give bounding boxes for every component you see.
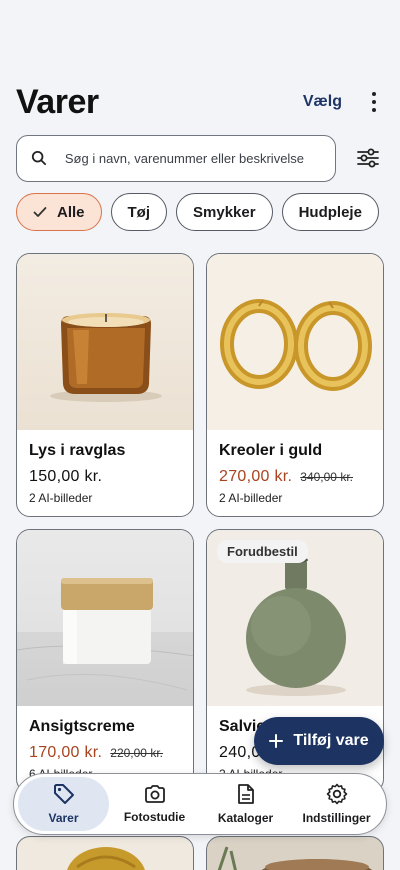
product-name: Kreoler i guld bbox=[219, 442, 323, 459]
product-sale-price: 170,00 kr. bbox=[29, 744, 103, 761]
product-card[interactable]: Lys i ravglas 150,00 kr. 2 AI-billeder bbox=[16, 253, 194, 517]
product-image-candle bbox=[17, 254, 193, 430]
add-item-label: Tilføj vare bbox=[293, 732, 369, 749]
nav-label: Indstillinger bbox=[302, 811, 371, 825]
product-old-price: 220,00 kr. bbox=[110, 746, 163, 760]
tag-icon bbox=[53, 784, 74, 804]
nav-label: Kataloger bbox=[217, 811, 274, 825]
product-name: Lys i ravglas bbox=[29, 442, 126, 459]
plus-icon bbox=[269, 734, 284, 748]
bottom-nav: Varer Fotostudie Kataloger Indstillinger bbox=[13, 773, 387, 835]
search-row bbox=[16, 134, 384, 182]
select-button[interactable]: Vælg bbox=[303, 93, 342, 111]
chip-toj[interactable]: Tøj bbox=[110, 193, 168, 231]
search-input[interactable] bbox=[64, 150, 321, 166]
chip-alle[interactable]: Alle bbox=[16, 193, 102, 231]
product-old-price: 340,00 kr. bbox=[300, 470, 353, 484]
category-chips: Alle Tøj Smykker Hudpleje bbox=[16, 193, 384, 233]
search-icon bbox=[31, 150, 47, 166]
product-card[interactable]: Kreoler i guld 270,00 kr. 340,00 kr. 2 A… bbox=[206, 253, 384, 517]
chip-label: Tøj bbox=[127, 203, 151, 221]
preorder-badge: Forudbestil bbox=[217, 540, 308, 563]
ai-image-count: 2 AI-billeder bbox=[219, 491, 283, 505]
product-name: Ansigtscreme bbox=[29, 718, 135, 735]
chip-label: Alle bbox=[57, 203, 85, 221]
gear-icon bbox=[326, 783, 347, 805]
page-title: Varer bbox=[16, 82, 99, 121]
product-grid: Lys i ravglas 150,00 kr. 2 AI-billeder K… bbox=[16, 253, 384, 793]
ai-image-count: 2 AI-billeder bbox=[29, 491, 93, 505]
header-actions: Vælg bbox=[303, 90, 384, 114]
chip-smykker[interactable]: Smykker bbox=[176, 193, 273, 231]
add-item-button[interactable]: Tilføj vare bbox=[254, 717, 384, 765]
nav-label: Fotostudie bbox=[123, 810, 186, 824]
nav-item-kataloger[interactable]: Kataloger bbox=[200, 777, 291, 831]
product-image-vase: Forudbestil bbox=[207, 530, 383, 706]
product-price: 150,00 kr. bbox=[29, 468, 103, 485]
product-card[interactable]: Ansigtscreme 170,00 kr. 220,00 kr. 6 AI-… bbox=[16, 529, 194, 793]
chip-label: Hudpleje bbox=[298, 203, 362, 221]
header: Varer Vælg bbox=[16, 78, 384, 126]
product-card-peek[interactable] bbox=[16, 836, 194, 870]
nav-item-fotostudie[interactable]: Fotostudie bbox=[109, 777, 200, 831]
product-card-peek[interactable] bbox=[206, 836, 384, 870]
search-box[interactable] bbox=[16, 134, 336, 182]
chip-hudpleje[interactable]: Hudpleje bbox=[281, 193, 379, 231]
camera-icon bbox=[144, 785, 165, 803]
chip-label: Smykker bbox=[193, 203, 256, 221]
product-image-earrings bbox=[207, 254, 383, 430]
filter-sliders-icon[interactable] bbox=[352, 142, 384, 174]
nav-item-varer[interactable]: Varer bbox=[18, 777, 109, 831]
document-icon bbox=[237, 784, 254, 804]
nav-label: Varer bbox=[48, 811, 79, 825]
product-image-face-cream bbox=[17, 530, 193, 706]
nav-item-indstillinger[interactable]: Indstillinger bbox=[291, 777, 382, 831]
product-sale-price: 270,00 kr. bbox=[219, 468, 293, 485]
check-icon bbox=[33, 207, 47, 217]
more-options-icon[interactable] bbox=[364, 90, 384, 114]
